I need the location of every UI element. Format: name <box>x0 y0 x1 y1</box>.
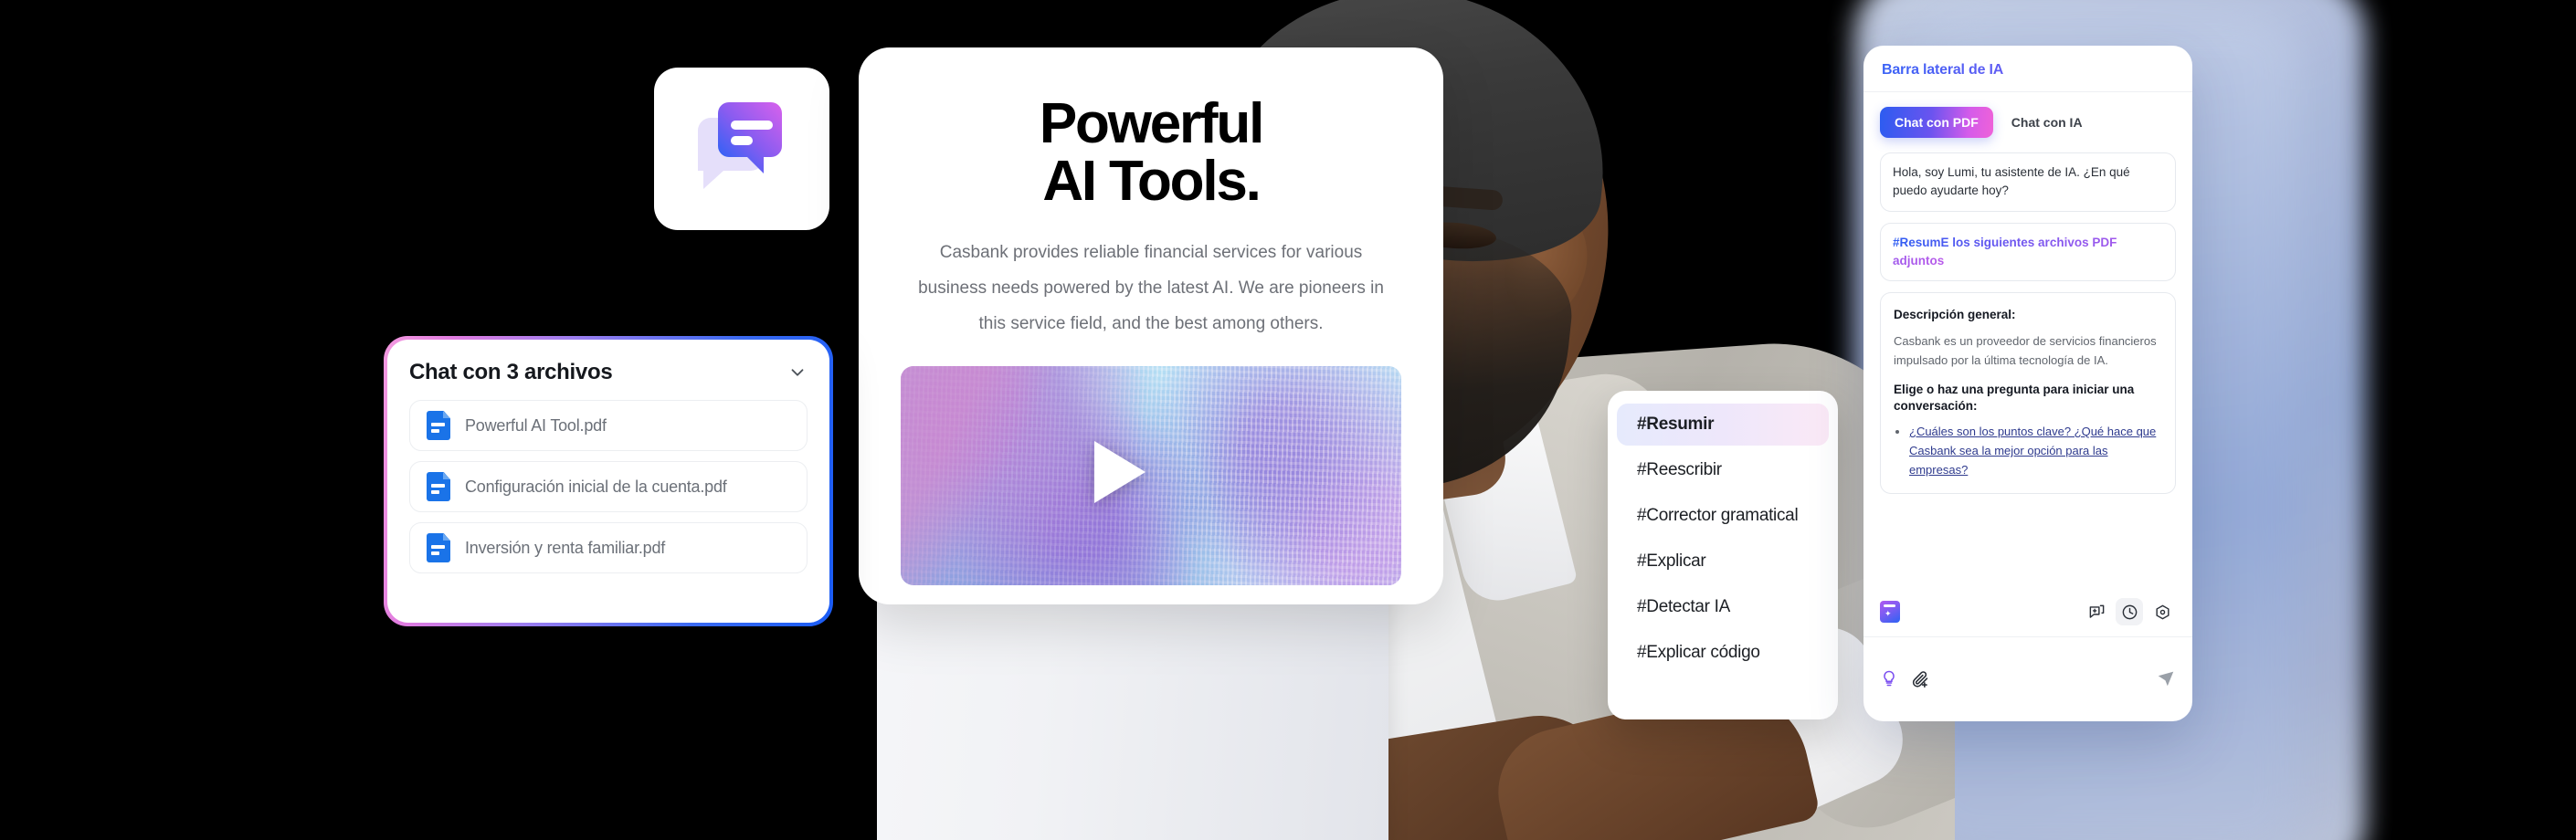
ai-sidebar-header: Barra lateral de IA <box>1863 46 2192 92</box>
command-menu-item-explicar-codigo[interactable]: #Explicar código <box>1617 632 1829 674</box>
ai-composer <box>1863 637 2192 721</box>
send-paper-plane-icon[interactable] <box>2156 668 2176 688</box>
command-menu: #Resumir #Reescribir #Corrector gramatic… <box>1608 391 1838 719</box>
ai-sidebar-tabs: Chat con PDF Chat con IA <box>1880 107 2176 138</box>
history-clock-icon[interactable] <box>2116 598 2143 625</box>
new-chat-icon[interactable] <box>2083 598 2110 625</box>
tab-chat-con-ia[interactable]: Chat con IA <box>1997 107 2097 138</box>
file-list-item[interactable]: Powerful AI Tool.pdf <box>409 400 808 451</box>
hero-title: Powerful AI Tools. <box>901 92 1401 214</box>
suggestion-link[interactable]: ¿Cuáles son los puntos clave? ¿Qué hace … <box>1909 425 2156 477</box>
list-item[interactable]: ¿Cuáles son los puntos clave? ¿Qué hace … <box>1909 422 2162 479</box>
composer-left-actions <box>1880 669 1930 688</box>
files-card-title: Chat con 3 archivos <box>409 360 613 384</box>
ai-sidebar-toolbar <box>1863 589 2192 637</box>
ai-sidebar-title: Barra lateral de IA <box>1882 62 2174 79</box>
assistant-greeting-bubble: Hola, soy Lumi, tu asistente de IA. ¿En … <box>1880 152 2176 212</box>
ai-toolbar-actions <box>2083 598 2176 625</box>
hero-subtitle: Casbank provides reliable financial serv… <box>918 243 1384 334</box>
hero-title-line2: AI Tools. <box>1042 150 1262 214</box>
lumi-brand-icon <box>1880 601 1900 623</box>
response-subheading: Elige o haz una pregunta para iniciar un… <box>1894 382 2135 413</box>
response-body: Casbank es un proveedor de servicios fin… <box>1894 333 2157 367</box>
user-prompt-bubble: #ResumE los siguientes archivos PDF adju… <box>1880 222 2176 281</box>
file-list-item[interactable]: Inversión y renta familiar.pdf <box>409 522 808 573</box>
chevron-down-icon[interactable] <box>787 362 808 383</box>
files-card-header: Chat con 3 archivos <box>409 360 808 385</box>
assistant-response-panel: Descripción general: Casbank es un prove… <box>1880 292 2176 495</box>
response-heading: Descripción general: <box>1894 308 2016 321</box>
hero-title-line1: Powerful <box>1039 92 1264 155</box>
ai-sidebar: Barra lateral de IA Chat con PDF Chat co… <box>1863 46 2192 721</box>
hero-video-thumbnail[interactable] <box>901 366 1401 586</box>
response-suggestion-list: ¿Cuáles son los puntos clave? ¿Qué hace … <box>1909 422 2162 479</box>
ai-sidebar-body: Chat con PDF Chat con IA Hola, soy Lumi,… <box>1863 92 2192 589</box>
command-menu-item-resumir[interactable]: #Resumir <box>1617 404 1829 446</box>
command-menu-item-corrector-gramatical[interactable]: #Corrector gramatical <box>1617 495 1829 537</box>
logo-tile-card <box>654 68 829 230</box>
lightbulb-icon[interactable] <box>1880 669 1898 688</box>
user-prompt-text: #ResumE los siguientes archivos PDF adju… <box>1893 235 2117 268</box>
hero-card: Powerful AI Tools. Casbank provides reli… <box>859 47 1443 604</box>
file-name: Powerful AI Tool.pdf <box>465 415 607 435</box>
pdf-file-icon <box>427 533 450 562</box>
attachment-plus-icon[interactable] <box>1911 669 1930 688</box>
screenshot-stage: Powerful AI Tools. Casbank provides reli… <box>0 0 2576 840</box>
chat-bubble-logo-icon <box>698 102 782 189</box>
pdf-file-icon <box>427 472 450 501</box>
settings-hex-icon[interactable] <box>2148 598 2176 625</box>
files-card: Chat con 3 archivos Powerful AI Tool.pdf… <box>384 336 833 626</box>
tab-chat-con-pdf[interactable]: Chat con PDF <box>1880 107 1993 138</box>
command-menu-item-detectar-ia[interactable]: #Detectar IA <box>1617 586 1829 628</box>
pdf-file-icon <box>427 411 450 440</box>
command-menu-item-explicar[interactable]: #Explicar <box>1617 541 1829 583</box>
file-name: Inversión y renta familiar.pdf <box>465 538 666 557</box>
command-menu-item-reescribir[interactable]: #Reescribir <box>1617 449 1829 491</box>
file-list-item[interactable]: Configuración inicial de la cuenta.pdf <box>409 461 808 512</box>
play-icon[interactable] <box>1094 441 1145 504</box>
file-name: Configuración inicial de la cuenta.pdf <box>465 477 727 496</box>
